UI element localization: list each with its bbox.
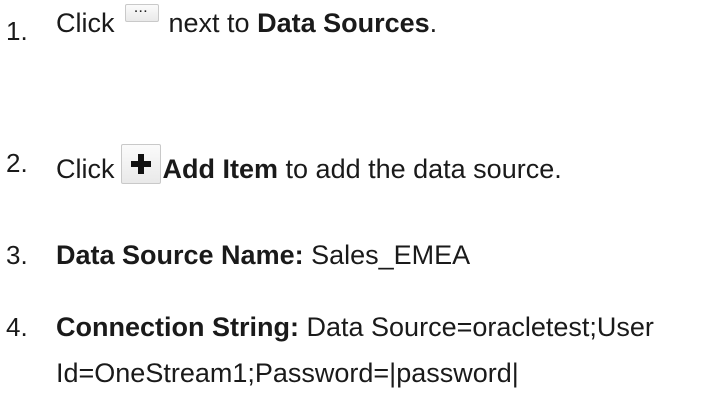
step-text: Click ··· next to Data Sources. — [56, 4, 438, 38]
add-item-button[interactable] — [120, 144, 161, 184]
step-text-next-to: next to — [168, 8, 250, 38]
plus-icon — [130, 154, 151, 174]
step-number: 2. — [6, 148, 28, 178]
connection-string-value-line2: Id=OneStream1;Password=|password| — [56, 358, 519, 388]
step-text-click: Click — [56, 154, 115, 184]
step-text-continued: Id=OneStream1;Password=|password| — [56, 360, 519, 387]
step-4: 4. Connection String: Data Source=oracle… — [0, 314, 716, 394]
step-3: 3. Data Source Name: Sales_EMEA — [0, 242, 716, 272]
step-text-period: . — [429, 8, 438, 38]
data-source-name-value: Sales_EMEA — [311, 240, 471, 270]
connection-string-value-line1: Data Source=oracletest;User — [306, 312, 654, 342]
step-text: Connection String: Data Source=oracletes… — [56, 314, 654, 341]
step-text: Data Source Name: Sales_EMEA — [56, 242, 470, 269]
data-sources-label: Data Sources — [257, 8, 430, 38]
step-number: 4. — [6, 312, 28, 342]
step-2: 2. Click Add Item to add the data source. — [0, 118, 716, 184]
ellipsis-button[interactable]: ··· — [124, 4, 159, 22]
step-number: 3. — [6, 240, 28, 270]
step-text: Click Add Item to add the data source. — [56, 138, 562, 184]
connection-string-label: Connection String: — [56, 312, 299, 342]
step-text-click: Click — [56, 8, 115, 38]
step-number: 1. — [6, 16, 28, 46]
data-source-name-label: Data Source Name: — [56, 240, 304, 270]
add-item-label: Add Item — [162, 154, 279, 184]
ellipsis-icon: ··· — [134, 6, 149, 18]
step-text-rest: to add the data source. — [285, 154, 562, 184]
step-1: 1. Click ··· next to Data Sources. — [0, 4, 716, 50]
